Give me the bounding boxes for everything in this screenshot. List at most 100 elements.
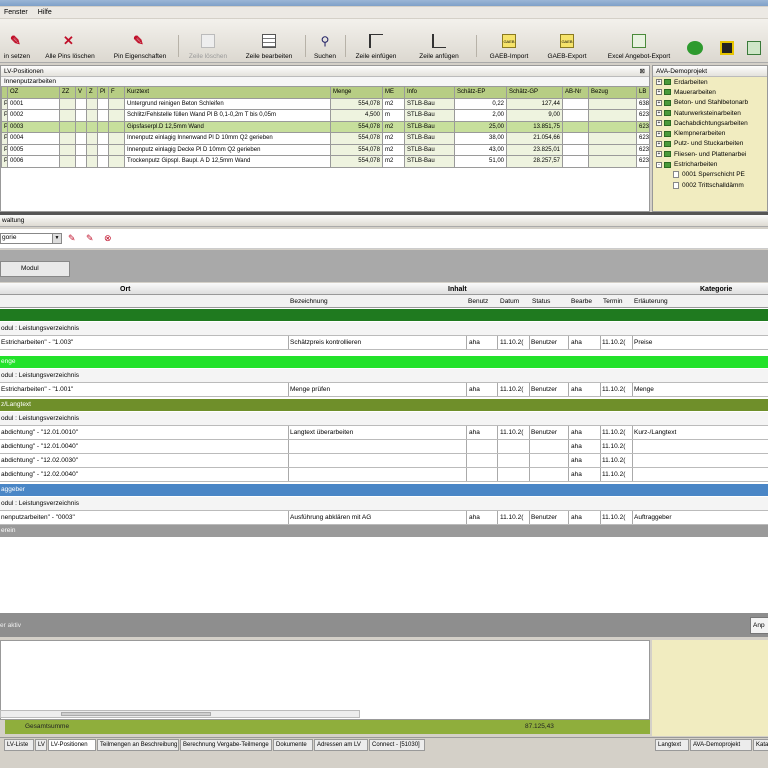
lv-cell[interactable] bbox=[59, 132, 76, 145]
delete-row-button[interactable]: Zeile löschen bbox=[183, 19, 233, 63]
lv-cell[interactable]: Untergrund reinigen Beton Schleifen bbox=[124, 97, 331, 110]
lv-cell[interactable] bbox=[588, 155, 637, 168]
header-inhalt[interactable]: Inhalt bbox=[448, 286, 467, 293]
lv-row[interactable]: P0001Untergrund reinigen Beton Schleifen… bbox=[1, 97, 650, 110]
lv-cell[interactable] bbox=[588, 132, 637, 145]
lv-cell[interactable]: 23.825,01 bbox=[506, 143, 563, 156]
lv-cell[interactable] bbox=[562, 97, 589, 110]
lv-cell[interactable]: 623 bbox=[636, 155, 650, 168]
lv-row[interactable]: P0006Trockenputz Gipspl. Baupl. A D 12,5… bbox=[1, 155, 650, 168]
lv-cell[interactable] bbox=[97, 143, 109, 156]
tree-item[interactable]: 0001 Sperrschicht PE bbox=[653, 170, 767, 180]
category-select[interactable]: gorie ▼ bbox=[0, 233, 62, 244]
pin-row[interactable]: abdichtung" - "12.02.0040" aha 11.10.2( bbox=[0, 468, 768, 482]
lv-cell[interactable] bbox=[108, 120, 125, 133]
right-tab-0[interactable]: Langtext bbox=[655, 739, 689, 751]
lv-col-header[interactable]: Kurztext bbox=[124, 86, 331, 99]
lv-cell[interactable] bbox=[75, 120, 87, 133]
group-band[interactable]: enge bbox=[0, 356, 768, 368]
lv-cell[interactable]: STLB-Bau bbox=[404, 120, 455, 133]
scroll-thumb[interactable] bbox=[61, 712, 211, 716]
expand-icon[interactable]: + bbox=[656, 110, 662, 117]
lv-cell[interactable] bbox=[86, 120, 98, 133]
lv-row[interactable]: P0005Innenputz einlagig Decke Pl D 10mm … bbox=[1, 143, 650, 156]
lv-cell[interactable]: 554,078 bbox=[330, 97, 383, 110]
tab-1[interactable]: LV bbox=[35, 739, 47, 751]
lv-cell[interactable]: 38,00 bbox=[454, 132, 507, 145]
lv-cell[interactable] bbox=[86, 109, 98, 122]
lv-cell[interactable]: 0002 bbox=[7, 109, 60, 122]
lv-cell[interactable]: Trockenputz Gipspl. Baupl. A D 12,5mm Wa… bbox=[124, 155, 331, 168]
lv-cell[interactable]: 623 bbox=[636, 120, 650, 133]
lv-cell[interactable]: m2 bbox=[382, 132, 405, 145]
expand-icon[interactable]: + bbox=[656, 140, 662, 147]
lv-cell[interactable]: Innenputz einlagig Decke Pl D 10mm Q2 ge… bbox=[124, 143, 331, 156]
lv-cell[interactable]: 28.257,57 bbox=[506, 155, 563, 168]
lv-cell[interactable] bbox=[562, 143, 589, 156]
lv-row[interactable]: P0003Gipsfaserpl.D 12,5mm Wand554,078m2S… bbox=[1, 120, 650, 133]
lv-cell[interactable]: 43,00 bbox=[454, 143, 507, 156]
tab-5[interactable]: Dokumente bbox=[273, 739, 313, 751]
lv-cell[interactable] bbox=[588, 109, 637, 122]
lv-col-header[interactable]: OZ bbox=[7, 86, 60, 99]
lv-cell[interactable]: 0005 bbox=[7, 143, 60, 156]
tree-item[interactable]: + Mauerarbeiten bbox=[653, 87, 767, 97]
lv-col-header[interactable]: Menge bbox=[330, 86, 383, 99]
lv-cell[interactable]: m2 bbox=[382, 155, 405, 168]
lv-cell[interactable] bbox=[97, 120, 109, 133]
tab-6[interactable]: Adressen am LV bbox=[314, 739, 368, 751]
group-band[interactable]: aggeber bbox=[0, 484, 768, 496]
gaeb-import-button[interactable]: GAEB GAEB-Import bbox=[482, 19, 536, 63]
tab-0[interactable]: LV-Liste bbox=[4, 739, 34, 751]
lv-cell[interactable] bbox=[75, 143, 87, 156]
chevron-down-icon[interactable]: ▼ bbox=[52, 234, 61, 243]
expand-icon[interactable]: + bbox=[656, 151, 662, 158]
lv-cell[interactable]: 623 bbox=[636, 143, 650, 156]
header-bezeichnung[interactable]: Bezeichnung bbox=[290, 298, 328, 305]
lv-cell[interactable]: m bbox=[382, 109, 405, 122]
lv-cell[interactable] bbox=[562, 109, 589, 122]
group-band[interactable]: erein bbox=[0, 525, 768, 537]
tree-item[interactable]: + Beton- und Stahlbetonarb bbox=[653, 98, 767, 108]
lv-col-header[interactable]: Info bbox=[404, 86, 455, 99]
lv-cell[interactable]: 13.851,75 bbox=[506, 120, 563, 133]
lv-col-header[interactable]: Z bbox=[86, 86, 98, 99]
lv-cell[interactable]: 51,00 bbox=[454, 155, 507, 168]
lv-cell[interactable] bbox=[108, 143, 125, 156]
lv-cell[interactable]: 2,00 bbox=[454, 109, 507, 122]
lv-cell[interactable] bbox=[108, 132, 125, 145]
search-button[interactable]: ⚲ Suchen bbox=[310, 19, 340, 63]
lv-cell[interactable] bbox=[562, 132, 589, 145]
expand-icon[interactable]: + bbox=[656, 130, 662, 137]
lv-cell[interactable] bbox=[86, 132, 98, 145]
lv-cell[interactable] bbox=[588, 143, 637, 156]
lv-cell[interactable]: STLB-Bau bbox=[404, 132, 455, 145]
lv-cell[interactable] bbox=[562, 155, 589, 168]
lv-cell[interactable] bbox=[75, 155, 87, 168]
pin-row[interactable]: abdichtung" - "12.01.0010" Langtext übera… bbox=[0, 426, 768, 440]
lv-col-header[interactable]: Pl bbox=[97, 86, 109, 99]
tab-4[interactable]: Berechnung Vergabe-Teilmenge bbox=[180, 739, 272, 751]
lv-cell[interactable]: Gipsfaserpl.D 12,5mm Wand bbox=[124, 120, 331, 133]
lv-cell[interactable] bbox=[588, 120, 637, 133]
lv-cell[interactable]: 127,44 bbox=[506, 97, 563, 110]
pin-row[interactable]: abdichtung" - "12.01.0040" aha 11.10.2( bbox=[0, 440, 768, 454]
lv-cell[interactable]: 0,22 bbox=[454, 97, 507, 110]
tab-2[interactable]: LV-Positionen bbox=[48, 739, 96, 751]
lv-row[interactable]: P0002Schlitz/Fehlstelle füllen Wand Pl B… bbox=[1, 109, 650, 122]
lv-cell[interactable] bbox=[97, 97, 109, 110]
lv-cell[interactable] bbox=[86, 97, 98, 110]
pin-row[interactable]: Estricharbeiten" - "1.003" Schätzpreis ko… bbox=[0, 336, 768, 350]
lv-cell[interactable]: 25,00 bbox=[454, 120, 507, 133]
lv-col-header[interactable]: LB bbox=[636, 86, 650, 99]
header-termin[interactable]: Termin bbox=[603, 298, 623, 305]
tree-item[interactable]: + Naturwerksteinarbeiten bbox=[653, 108, 767, 118]
pin-row[interactable]: abdichtung" - "12.02.0030" aha 11.10.2( bbox=[0, 454, 768, 468]
gaeb-export-button[interactable]: GAEB GAEB-Export bbox=[540, 19, 594, 63]
tree-item[interactable]: + Erdarbeiten bbox=[653, 77, 767, 87]
lv-cell[interactable] bbox=[108, 97, 125, 110]
pin-set-button[interactable]: ✎ in setzen bbox=[0, 19, 34, 63]
green-circle-button[interactable] bbox=[684, 19, 706, 63]
lv-col-header[interactable]: Bezug bbox=[588, 86, 637, 99]
lv-cell[interactable]: 0004 bbox=[7, 132, 60, 145]
